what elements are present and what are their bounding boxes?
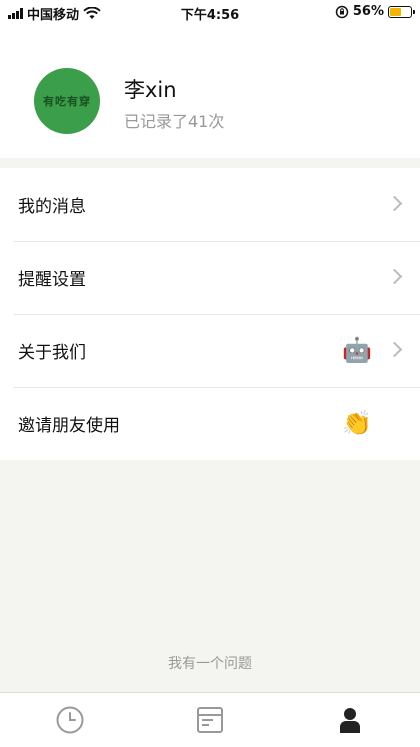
orientation-lock-icon: [335, 5, 349, 18]
menu-item-invite-friends[interactable]: 邀请朋友使用 👏: [0, 387, 420, 460]
record-count: 已记录了41次: [124, 112, 225, 131]
menu-item-about-us[interactable]: 关于我们 🤖: [0, 314, 420, 387]
menu-item-label: 提醒设置: [18, 270, 86, 290]
user-name: 李xin: [124, 78, 177, 102]
menu-item-reminder-settings[interactable]: 提醒设置: [0, 241, 420, 314]
chevron-right-icon: [386, 268, 403, 285]
battery-icon: [388, 5, 415, 18]
settings-menu: 我的消息 提醒设置 关于我们 🤖 邀请朋友使用 👏: [0, 168, 420, 460]
menu-item-label: 我的消息: [18, 197, 86, 217]
browser-window-icon: [197, 707, 223, 733]
battery-percent: 56%: [352, 4, 384, 19]
profile-header: 有吃有穿 李xin 已记录了41次: [0, 24, 420, 158]
chevron-right-icon: [386, 341, 403, 358]
clock-icon: [56, 706, 84, 734]
tab-bar: [0, 692, 420, 747]
avatar[interactable]: 有吃有穿: [34, 68, 100, 134]
menu-item-label: 邀请朋友使用: [18, 416, 120, 436]
clapping-hands-icon: 👏: [342, 409, 372, 437]
feedback-link[interactable]: 我有一个问题: [0, 653, 420, 673]
menu-item-messages[interactable]: 我的消息: [0, 168, 420, 241]
chevron-right-icon: [386, 195, 403, 212]
tab-history[interactable]: [0, 693, 140, 747]
battery-level: [390, 7, 402, 16]
status-bar: 中国移动 下午4:56 56%: [0, 0, 420, 24]
avatar-text: 有吃有穿: [43, 95, 91, 108]
status-right: 56%: [335, 4, 415, 19]
tab-profile[interactable]: [280, 693, 420, 747]
menu-item-label: 关于我们: [18, 343, 86, 363]
person-icon: [340, 708, 360, 733]
robot-icon: 🤖: [342, 336, 372, 364]
tab-records[interactable]: [140, 693, 280, 747]
